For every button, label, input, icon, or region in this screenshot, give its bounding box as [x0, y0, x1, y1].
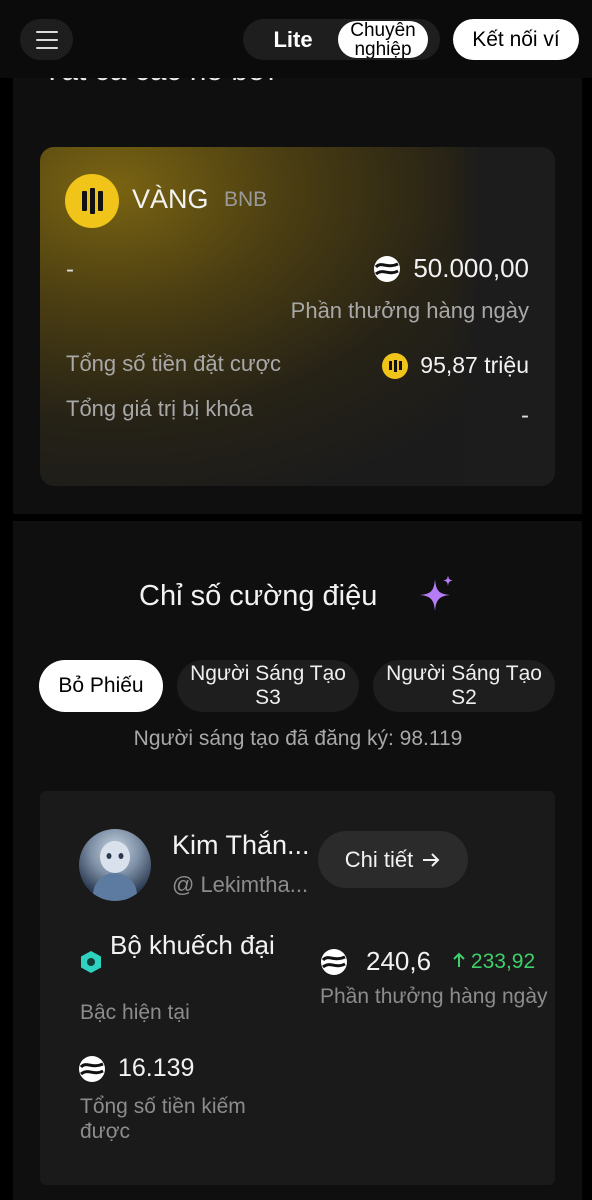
arrow-up-icon: [453, 952, 465, 967]
gold-coin-icon: [382, 352, 409, 379]
daily-change: 233,92: [453, 950, 535, 974]
token-swirl-icon: [79, 1055, 105, 1082]
creator-daily-reward: 240,6 233,92: [320, 946, 535, 977]
pool-left-value: -: [66, 256, 74, 283]
total-earned-label: Tổng số tiền kiếm được: [80, 1095, 246, 1143]
total-staked-label: Tổng số tiền đặt cược: [66, 351, 282, 376]
mode-pro-option[interactable]: Chuyên nghiệp: [338, 21, 428, 58]
avatar: [79, 829, 151, 901]
tab-creators-s3[interactable]: Người Sáng Tạo S3: [177, 660, 359, 712]
top-bar: Lite Kết nối ví: [0, 0, 592, 78]
details-button[interactable]: Chi tiết: [318, 831, 468, 888]
arrow-right-icon: [423, 852, 440, 867]
total-earned-value: 16.139: [118, 1054, 195, 1082]
hype-title: Chỉ số cường điệu: [139, 580, 378, 612]
total-staked-value: 95,87 triệu: [420, 352, 529, 378]
pool-daily-reward: 50.000,00: [373, 253, 529, 284]
token-swirl-icon: [321, 948, 347, 975]
tab-creators-s2[interactable]: Người Sáng Tạo S2: [373, 660, 555, 712]
sparkle-icon: [420, 575, 453, 611]
creator-name: Kim Thắn...: [172, 830, 310, 860]
details-button-label: Chi tiết: [344, 846, 414, 872]
tab-vote[interactable]: Bỏ Phiếu: [39, 660, 163, 712]
creator-daily-reward-value: 240,6: [366, 946, 432, 976]
registered-creators-count: Người sáng tạo đã đăng ký: 98.119: [133, 727, 463, 750]
gold-tier-icon: [65, 174, 119, 228]
pool-chain: BNB: [224, 188, 268, 211]
amplifier-rank-icon: [81, 951, 101, 973]
pool-daily-reward-value: 50.000,00: [413, 253, 529, 283]
tvl-value: -: [521, 402, 529, 429]
total-staked: 95,87 triệu: [382, 352, 529, 379]
rank-name: Bộ khuếch đại: [110, 930, 275, 960]
daily-change-value: 233,92: [470, 949, 536, 973]
token-swirl-icon: [374, 255, 401, 282]
menu-button[interactable]: [20, 19, 73, 60]
creator-daily-reward-label: Phần thưởng hàng ngày: [320, 985, 548, 1008]
creator-handle: @ Lekimtha...: [172, 872, 309, 897]
pool-tier-name: VÀNG: [132, 184, 209, 214]
total-earned: 16.139: [78, 1054, 194, 1083]
pool-daily-reward-label: Phần thưởng hàng ngày: [290, 298, 529, 323]
connect-wallet-button[interactable]: Kết nối ví: [453, 19, 579, 60]
rank-label: Bậc hiện tại: [80, 1001, 190, 1024]
tvl-label: Tổng giá trị bị khóa: [66, 396, 254, 421]
hamburger-icon: [35, 30, 58, 33]
mode-lite-option[interactable]: Lite: [243, 19, 343, 60]
